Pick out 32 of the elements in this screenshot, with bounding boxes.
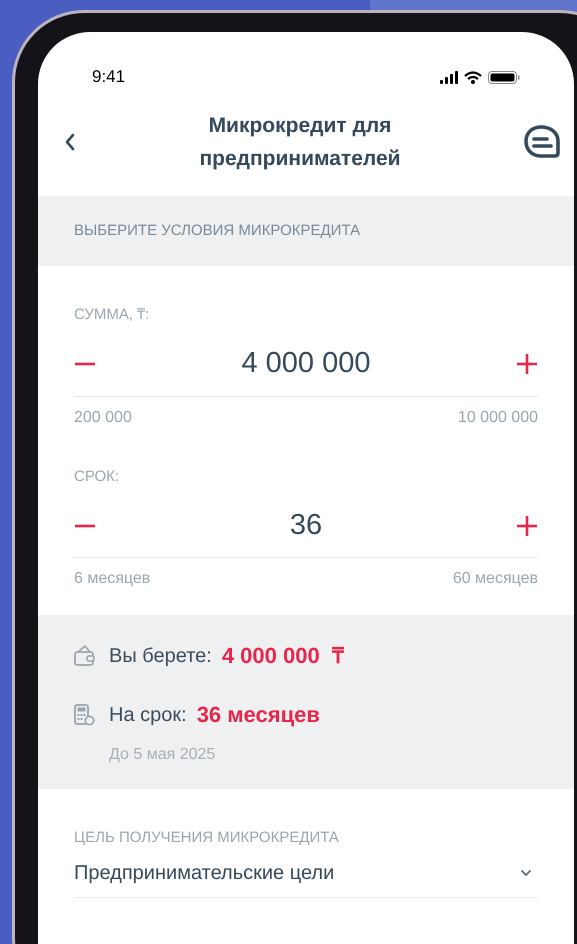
battery-icon (488, 70, 520, 84)
field-label: ЦЕЛЬ ПОЛУЧЕНИЯ МИКРОКРЕДИТА (74, 828, 340, 848)
plus-button[interactable] (516, 353, 538, 375)
summary-value: 4 000 000 ₸ (222, 642, 344, 670)
dropdown-value: Предпринимательские цели (74, 861, 334, 886)
stepper-value[interactable]: 4 000 000 (241, 342, 370, 386)
status-time: 9:41 (92, 66, 126, 88)
max-value: 60 месяцев (452, 569, 538, 589)
due-date: До 5 мая 2025 (109, 745, 216, 765)
plus-button[interactable] (516, 514, 538, 536)
summary-value: 36 месяцев (196, 701, 320, 729)
minus-icon (75, 524, 95, 528)
stepper-value[interactable]: 36 (290, 504, 322, 548)
signal-icon (440, 70, 458, 84)
plus-icon (516, 516, 537, 536)
chevron-down-icon (520, 869, 532, 877)
wallet-icon (74, 644, 95, 666)
purpose-dropdown[interactable]: Предпринимательские цели (74, 850, 538, 898)
page-title: Микрокредит для предпринимателей (198, 113, 402, 172)
field-label: СРОК: (74, 466, 120, 486)
wifi-icon (464, 70, 482, 84)
chat-icon[interactable] (524, 125, 560, 159)
summary-label: На срок: (109, 702, 187, 728)
field-label: СУММА, ₸: (74, 305, 150, 325)
calculator-icon (74, 704, 95, 726)
min-value: 6 месяцев (74, 569, 150, 589)
max-value: 10 000 000 (458, 408, 538, 428)
section-title: ВЫБЕРИТЕ УСЛОВИЯ МИКРОКРЕДИТА (74, 220, 360, 241)
plus-icon (516, 354, 537, 374)
min-value: 200 000 (74, 408, 132, 428)
summary-label: Вы берете: (109, 644, 212, 668)
minus-icon (75, 362, 95, 366)
